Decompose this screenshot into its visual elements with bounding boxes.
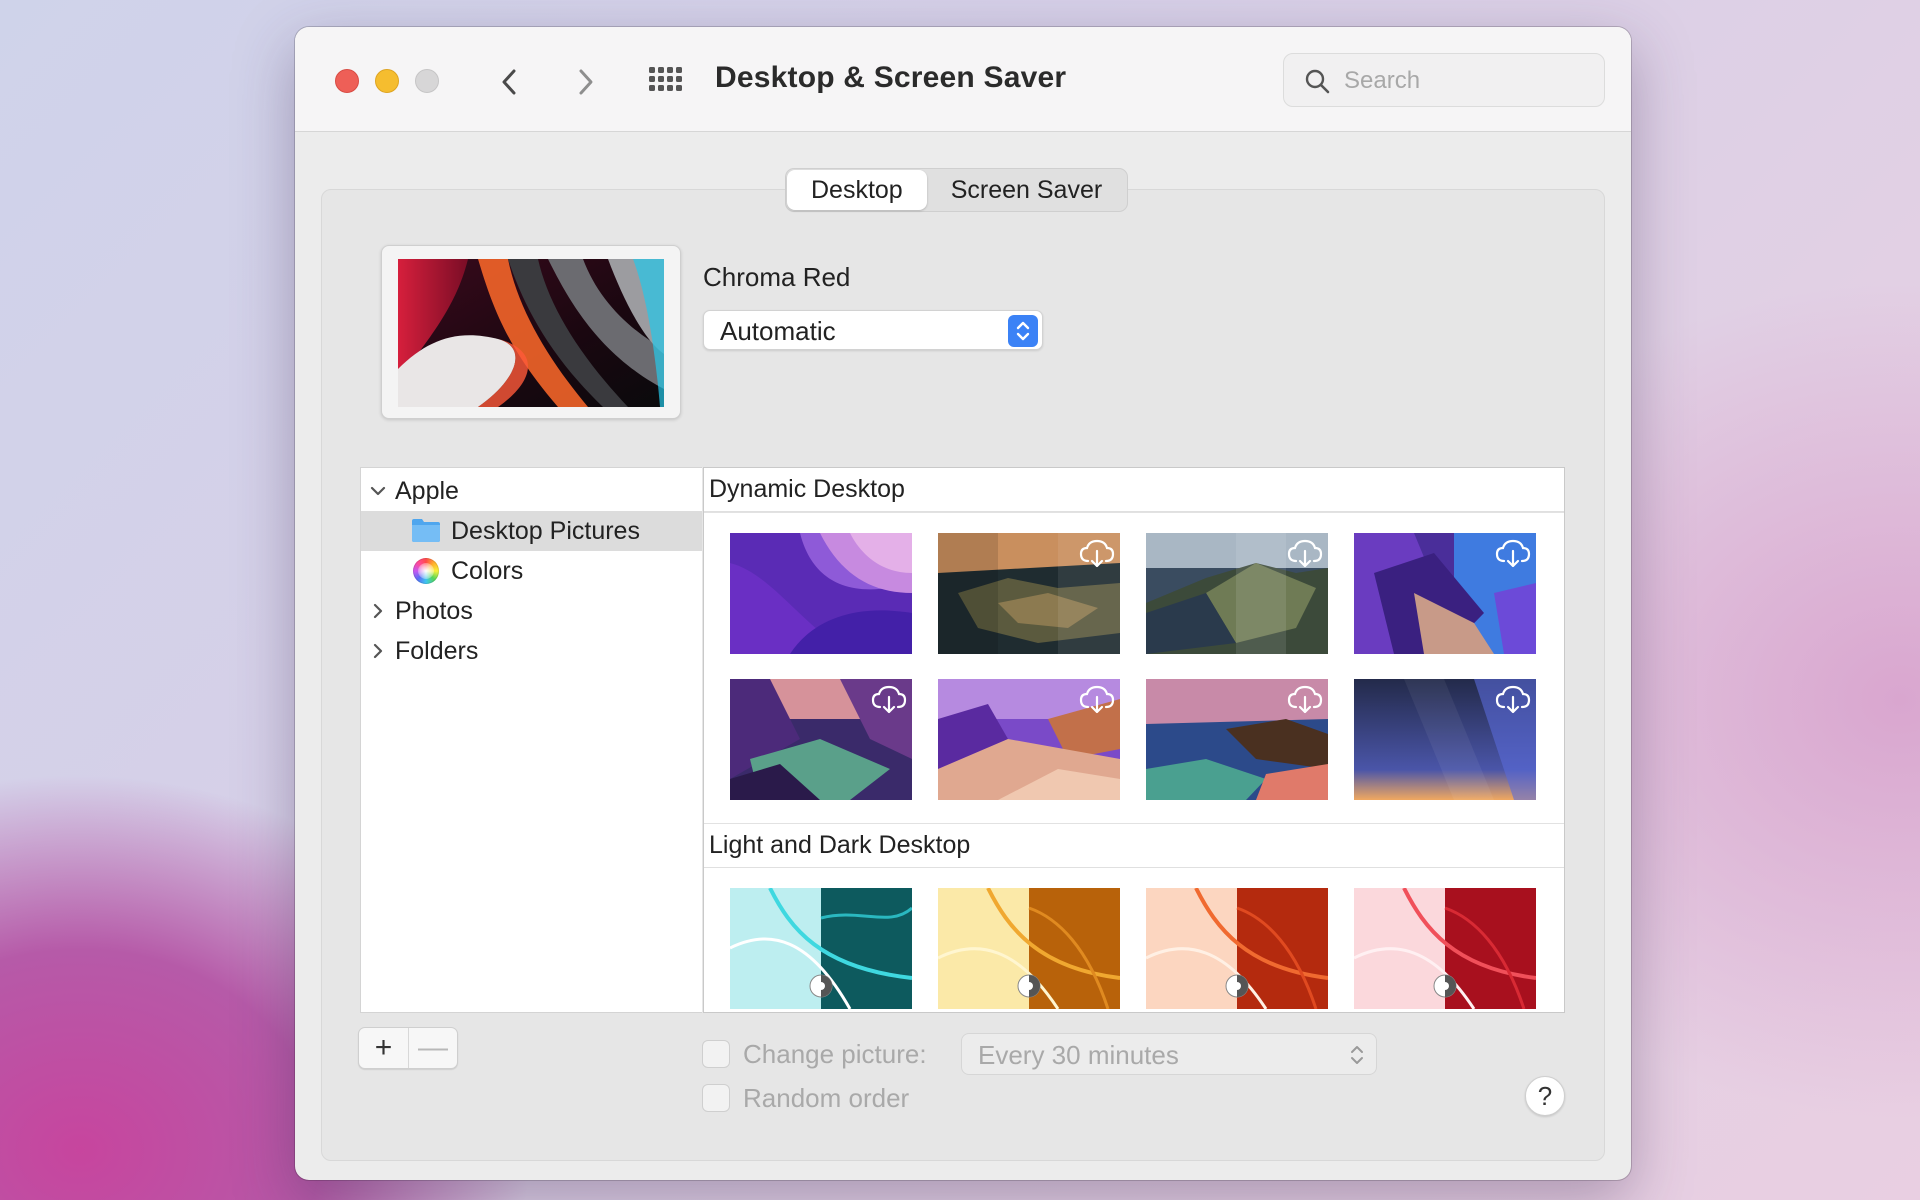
change-picture-checkbox[interactable] — [702, 1040, 730, 1068]
title-bar: Desktop & Screen Saver — [295, 27, 1631, 132]
change-picture-label: Change picture: — [743, 1039, 927, 1069]
add-remove-control: + — — [358, 1027, 458, 1069]
search-input[interactable] — [1344, 64, 1584, 98]
color-wheel-icon — [413, 558, 439, 584]
add-folder-button[interactable]: + — [359, 1028, 408, 1068]
current-wallpaper-preview — [381, 245, 681, 419]
wallpaper-thumbnail[interactable] — [730, 533, 912, 654]
light-dark-icon — [1225, 974, 1249, 998]
appearance-mode-value: Automatic — [720, 316, 836, 346]
cloud-download-icon[interactable] — [1494, 683, 1532, 715]
cloud-download-icon[interactable] — [1286, 537, 1324, 569]
source-list: Apple Desktop Pictures Colors Photos Fol… — [360, 467, 702, 1013]
window-title: Desktop & Screen Saver — [715, 61, 1067, 94]
tab-desktop[interactable]: Desktop — [787, 170, 927, 210]
wallpaper-thumbnail[interactable] — [730, 888, 912, 1009]
search-icon — [1305, 69, 1330, 94]
wallpaper-thumbnail[interactable] — [938, 888, 1120, 1009]
sidebar-item-label: Photos — [395, 596, 473, 625]
sidebar-item-photos[interactable]: Photos — [361, 591, 702, 631]
wallpaper-thumbnail[interactable] — [1354, 679, 1536, 800]
sidebar-item-label: Colors — [451, 556, 524, 585]
change-interval-select[interactable]: Every 30 minutes — [961, 1033, 1377, 1075]
sidebar-item-apple[interactable]: Apple — [361, 471, 702, 511]
cloud-download-icon[interactable] — [1286, 683, 1324, 715]
random-order-label: Random order — [743, 1083, 910, 1113]
wallpaper-thumbnail[interactable] — [730, 679, 912, 800]
sidebar-item-desktop-pictures[interactable]: Desktop Pictures — [361, 511, 702, 551]
sidebar-item-label: Apple — [395, 476, 459, 505]
folder-icon — [412, 519, 440, 542]
wallpaper-thumbnail[interactable] — [1146, 679, 1328, 800]
wallpaper-grid: Dynamic Desktop Light and Dark Desktop — [703, 467, 1565, 1013]
zoom-button[interactable] — [415, 69, 439, 93]
cloud-download-icon[interactable] — [1494, 537, 1532, 569]
light-dark-icon — [809, 974, 833, 998]
wallpaper-thumbnail[interactable] — [1354, 888, 1536, 1009]
close-button[interactable] — [335, 69, 359, 93]
chevron-right-icon[interactable] — [369, 602, 387, 620]
section-header-dynamic: Dynamic Desktop — [704, 468, 1564, 512]
wallpaper-thumbnail[interactable] — [1146, 888, 1328, 1009]
back-button[interactable] — [495, 67, 525, 97]
help-icon: ? — [1537, 1080, 1553, 1111]
popup-arrows-icon — [1008, 315, 1038, 347]
cloud-download-icon[interactable] — [1078, 683, 1116, 715]
appearance-mode-select[interactable]: Automatic — [703, 310, 1043, 350]
light-dark-icon — [1433, 974, 1457, 998]
sidebar-item-label: Desktop Pictures — [451, 516, 640, 545]
remove-folder-button[interactable]: — — [407, 1028, 457, 1068]
show-all-button[interactable] — [647, 65, 683, 101]
chevron-left-icon — [502, 69, 516, 95]
minimize-button[interactable] — [375, 69, 399, 93]
cloud-download-icon[interactable] — [1078, 537, 1116, 569]
light-dark-icon — [1017, 974, 1041, 998]
wallpaper-thumbnail[interactable] — [938, 679, 1120, 800]
cloud-download-icon[interactable] — [870, 683, 908, 715]
forward-button[interactable] — [570, 67, 600, 97]
preferences-window: Desktop & Screen Saver Desktop Screen Sa… — [295, 27, 1631, 1180]
wallpaper-thumbnail[interactable] — [938, 533, 1120, 654]
wallpaper-thumbnail[interactable] — [1354, 533, 1536, 654]
chevron-right-icon — [579, 69, 593, 95]
chevron-down-icon[interactable] — [369, 482, 387, 500]
popup-arrows-icon — [1351, 1046, 1363, 1064]
tab-screen-saver[interactable]: Screen Saver — [927, 170, 1126, 210]
sidebar-item-colors[interactable]: Colors — [361, 551, 702, 591]
search-field[interactable] — [1283, 53, 1605, 107]
wallpaper-name: Chroma Red — [703, 262, 851, 292]
sidebar-item-folders[interactable]: Folders — [361, 631, 702, 671]
tab-bar: Desktop Screen Saver — [785, 168, 1129, 212]
sidebar-item-label: Folders — [395, 636, 479, 665]
grid-icon — [649, 67, 682, 91]
help-button[interactable]: ? — [1525, 1076, 1565, 1116]
change-interval-value: Every 30 minutes — [978, 1040, 1179, 1070]
wallpaper-thumbnail[interactable] — [1146, 533, 1328, 654]
section-header-light-dark: Light and Dark Desktop — [704, 824, 1564, 868]
chevron-right-icon[interactable] — [369, 642, 387, 660]
wallpaper-preview-image — [398, 259, 664, 407]
random-order-checkbox[interactable] — [702, 1084, 730, 1112]
